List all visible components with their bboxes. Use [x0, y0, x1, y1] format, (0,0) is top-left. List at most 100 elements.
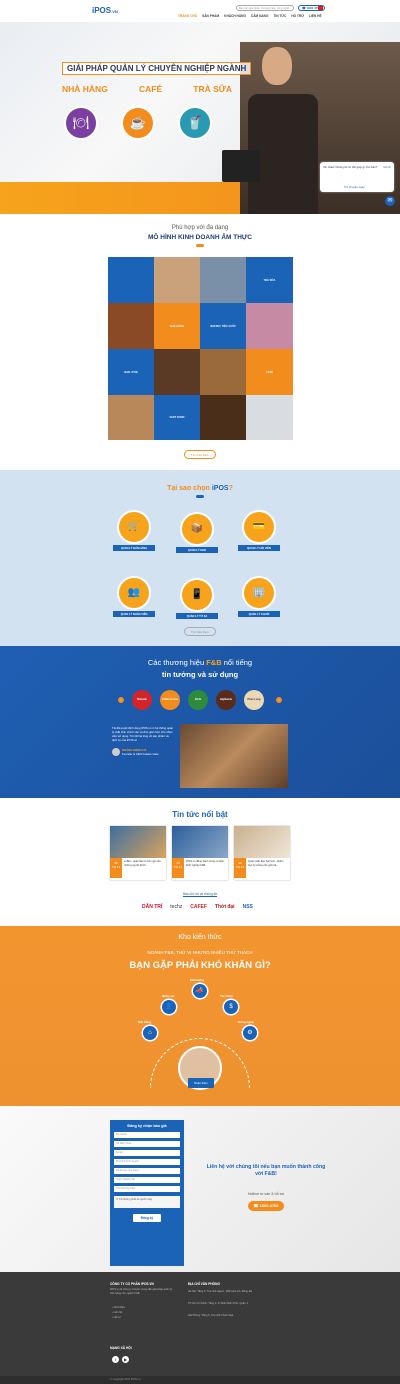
- cell-photo-7: [200, 395, 246, 440]
- brand-field[interactable]: Tên thương hiệu: [114, 1186, 180, 1192]
- news-date: 22 TH 11: [234, 858, 246, 878]
- node-label: Nhân sự: [162, 994, 175, 998]
- brand-logo[interactable]: Highlands: [216, 690, 236, 710]
- press-logo[interactable]: NSS: [243, 904, 253, 910]
- submit-button[interactable]: Đăng ký: [133, 1214, 161, 1222]
- store-count-select[interactable]: Số lượng cửa hàng: [114, 1168, 180, 1174]
- finance-icon[interactable]: $: [224, 1000, 238, 1014]
- hotline-label: Hotline tư vấn & hỗ trợ: [247, 1192, 285, 1196]
- segment-milktea: TRÀ SỮA: [193, 84, 232, 94]
- feature-staff[interactable]: 👥 QUẢN LÝ NHÂN VIÊN: [113, 578, 155, 617]
- why-title: Tại sao chọn iPOS?: [167, 485, 233, 492]
- prev-arrow-icon[interactable]: ‹: [118, 697, 124, 703]
- brands-section: Các thương hiệu F&B nổi tiếng tin tưởng …: [0, 646, 400, 798]
- cell-fastfood[interactable]: FAST FOOD: [154, 395, 200, 440]
- feature-remote[interactable]: 📱 QUẢN LÝ TỪ XA: [176, 580, 218, 619]
- node-label: Tài chính: [220, 994, 234, 998]
- chat-send-button[interactable]: Gửi tin: [383, 166, 391, 169]
- cell-bar[interactable]: BAR / PUB: [108, 349, 154, 395]
- news-card[interactable]: 22 TH 11 Quán cafe đẹp Sài Gòn - Điểm hẹn…: [234, 826, 290, 880]
- testimonial-quote: Tôi đã quyết định dùng iPOS.vn vì hệ thố…: [112, 726, 174, 742]
- nav-contact[interactable]: LIÊN HỆ: [309, 14, 322, 18]
- models-more-button[interactable]: Tìm hiểu thêm: [184, 450, 216, 459]
- cell-cafe[interactable]: CAFÉ: [246, 349, 293, 395]
- cell-photo-4: [154, 349, 200, 395]
- hr-icon[interactable]: 👤: [162, 1000, 176, 1014]
- hero-banner[interactable]: GIẢI PHÁP QUẢN LÝ CHUYÊN NGHIỆP NGÀNH NH…: [0, 22, 400, 214]
- feature-sales[interactable]: 🛒 QUẢN LÝ BÁN HÀNG: [113, 512, 155, 551]
- nav-handbook[interactable]: CẨM NANG: [251, 14, 269, 18]
- next-arrow-icon[interactable]: ›: [276, 697, 282, 703]
- staff-icon: 👥: [119, 578, 149, 608]
- news-title: Tin tức nổi bật: [172, 810, 228, 819]
- nav-news[interactable]: TIN TỨC: [273, 14, 286, 18]
- nav-home[interactable]: TRANG CHỦ: [178, 14, 197, 18]
- news-card[interactable]: 26 TH 11 LuBia - quán lẩu bò hội ngộ của …: [110, 826, 166, 880]
- feature-inventory[interactable]: 📦 QUẢN LÝ KHO: [176, 514, 218, 553]
- nav-customers[interactable]: KHÁCH HÀNG: [224, 14, 246, 18]
- youtube-icon[interactable]: ▶: [122, 1356, 129, 1363]
- news-headline[interactable]: Quán cafe đẹp Sài Gòn - Điểm hẹn lý tưởn…: [248, 860, 288, 867]
- press-logo[interactable]: Thời đại: [215, 904, 235, 910]
- hero-segments: NHÀ HÀNG CAFÉ TRÀ SỮA: [62, 84, 232, 94]
- brand-logo[interactable]: Coffee House: [160, 690, 180, 710]
- business-model-select[interactable]: Mô hình kinh doanh: [114, 1159, 180, 1165]
- press-logo[interactable]: DÂN TRÍ: [142, 904, 162, 910]
- company-about: iPOS.vn là công ty chuyên cung cấp giải …: [110, 1288, 173, 1295]
- restaurant-icon: 🍽: [64, 106, 98, 140]
- nav-products[interactable]: SẢN PHẨM: [202, 14, 219, 18]
- knowledge-section: Kho kiến thức NGÀNH F&B, THỬ VỊ NHƯNG NH…: [0, 926, 400, 1106]
- news-date: 26 TH 11: [110, 858, 122, 878]
- brands-title: Các thương hiệu F&B nổi tiếng: [147, 658, 253, 667]
- cell-restaurant[interactable]: NHÀ HÀNG: [154, 303, 200, 349]
- brand-logo[interactable]: Phúc Long: [244, 690, 264, 710]
- footer-link[interactable]: › Giới thiệu: [112, 1306, 125, 1310]
- press-logo[interactable]: techz: [170, 904, 182, 910]
- facebook-icon[interactable]: f: [112, 1356, 119, 1363]
- feature-chain[interactable]: 🏢 QUẢN LÝ CHUỖI: [238, 578, 280, 617]
- logo[interactable]: iPOS.VN: [92, 6, 118, 15]
- footer-link[interactable]: › Hỗ trợ: [112, 1316, 121, 1320]
- location-icon[interactable]: ⌂: [143, 1026, 157, 1040]
- email-field[interactable]: Email: [114, 1150, 180, 1156]
- hero-face: [262, 47, 292, 85]
- cell-photo-5: [200, 349, 246, 395]
- city-select[interactable]: Tỉnh/ Thành phố: [114, 1177, 180, 1183]
- cell-buffet[interactable]: BUFFET, TIỆC CƯỚI: [200, 303, 246, 349]
- name-field[interactable]: Họ và tên: [114, 1132, 180, 1138]
- messenger-icon[interactable]: ✉: [385, 196, 395, 206]
- quote-form: Đăng ký nhận báo giá Họ và tên Số điện t…: [110, 1120, 184, 1266]
- tech-icon[interactable]: ⚙: [243, 1026, 257, 1040]
- news-headline[interactable]: LuBia - quán lẩu bò hội ngộ của những ng…: [124, 860, 164, 867]
- news-card[interactable]: 24 TH 11 iPOS.vn đồng hành cùng sự kiện k…: [172, 826, 228, 880]
- nav-support[interactable]: HỖ TRỢ: [291, 14, 304, 18]
- hotline-button[interactable]: ☎ 1900 4766: [248, 1201, 284, 1211]
- footer-link[interactable]: › Liên hệ: [112, 1311, 122, 1315]
- brand-logo[interactable]: Manwah: [132, 690, 152, 710]
- brand-logo[interactable]: Kichi: [188, 690, 208, 710]
- phone-field[interactable]: Số điện thoại: [114, 1141, 180, 1147]
- card-icon: 💳: [244, 512, 274, 542]
- marketing-icon[interactable]: 📣: [193, 984, 207, 998]
- knowledge-question: BẠN GẶP PHẢI KHÓ KHĂN GÌ?: [129, 960, 271, 971]
- testimonial-author: HOÀNG MẠNH HÀ Founder & CEO Golden Gate: [112, 748, 174, 756]
- cell-milktea[interactable]: TRÀ SỮA: [246, 257, 293, 303]
- news-headline[interactable]: iPOS.vn đồng hành cùng sự kiện khởi nghi…: [186, 860, 226, 867]
- press-logo[interactable]: CAFEF: [190, 904, 207, 910]
- press-title[interactable]: Báo chí nói về chúng tôi: [0, 892, 400, 896]
- vn-flag-icon[interactable]: [318, 6, 323, 10]
- brands-subtitle: tin tưởng và sử dụng: [161, 670, 239, 679]
- chat-text: Xin chào! Chúng tôi có thể giúp gì cho b…: [323, 165, 378, 169]
- feature-members[interactable]: 💳 QUẢN LÝ HỘI VIÊN: [238, 512, 280, 551]
- cell-blue-1: [108, 257, 154, 303]
- search-input[interactable]: Bạn cần giải pháp, thương hiệu, công ngh…: [236, 5, 294, 11]
- company-name: CÔNG TY CỔ PHẦN IPOS.VN: [110, 1282, 154, 1286]
- why-more-button[interactable]: Tìm hiểu thêm: [184, 627, 216, 636]
- chat-start-link[interactable]: Trò chuyện ngay: [344, 185, 365, 189]
- recaptcha[interactable]: ☐ Tôi không phải là người máy: [114, 1196, 180, 1208]
- chat-popup[interactable]: Xin chào! Chúng tôi có thể giúp gì cho b…: [320, 162, 394, 192]
- form-title: Đăng ký nhận báo giá: [127, 1124, 167, 1128]
- office-address: Hải Phòng: Tầng 5, Tòa nhà Thành Đạt: [188, 1314, 234, 1317]
- office-address: TP. Hồ Chí Minh: Tầng 3, 47 Điện Biên Ph…: [188, 1302, 248, 1305]
- laptop-button[interactable]: Nhận thêm: [188, 1078, 214, 1088]
